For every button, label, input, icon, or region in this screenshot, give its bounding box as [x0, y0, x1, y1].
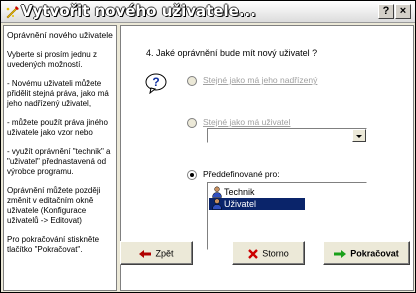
back-button[interactable]: Zpět [120, 241, 193, 265]
question-mark-icon: ? [145, 73, 167, 94]
list-item-uzivatel[interactable]: Uživatel [209, 198, 305, 210]
list-item-label: Technik [224, 187, 255, 197]
close-button[interactable]: × [395, 4, 411, 19]
radio-same-as-user[interactable] [187, 118, 197, 128]
cancel-button[interactable]: Storno [232, 241, 305, 265]
sidebar-text: Pro pokračování stiskněte tlačítko "Pokr… [7, 235, 100, 254]
user-select[interactable] [207, 128, 367, 143]
chevron-down-icon[interactable] [352, 129, 366, 142]
user-icon [212, 198, 222, 210]
wizard-window: Vytvořit nového uživatele... ? × Oprávně… [0, 0, 416, 293]
cancel-button-label: Storno [262, 248, 289, 259]
list-item-label: Uživatel [224, 199, 257, 209]
window-title: Vytvořit nového uživatele... [21, 2, 256, 20]
radio-label-same-as-user: Stejné jako má uživatel [203, 117, 291, 127]
radio-selected-dot [190, 173, 194, 177]
arrow-left-icon [139, 249, 152, 258]
list-item-technik[interactable]: Technik [209, 186, 305, 198]
sidebar-text: - Novému uživateli můžete přidělit stejn… [7, 79, 109, 108]
question-text: 4. Jaké oprávnění bude mít nový uživatel… [146, 48, 318, 58]
radio-same-as-supervisor[interactable] [187, 76, 197, 86]
help-sidebar: Oprávnění nového uživatele Vyberte si pr… [3, 25, 117, 291]
user-wizard-icon [6, 6, 19, 19]
radio-predefined[interactable] [187, 170, 197, 180]
sidebar-text: Vyberte si prosím jednu z uvedených možn… [7, 50, 97, 69]
predefined-role-list[interactable]: Technik Uživatel [207, 182, 367, 250]
arrow-right-icon [334, 249, 347, 258]
back-button-label: Zpět [155, 248, 174, 259]
sidebar-text: Oprávnění můžete později změnit v editač… [7, 186, 101, 225]
svg-text:?: ? [152, 75, 159, 89]
close-x-icon [248, 248, 259, 259]
help-button[interactable]: ? [378, 4, 394, 19]
user-icon [212, 186, 222, 198]
next-button-label: Pokračovat [350, 248, 399, 259]
next-button[interactable]: Pokračovat [323, 241, 410, 265]
sidebar-text: - využít oprávnění "technik" a "uživatel… [7, 147, 111, 176]
sidebar-heading: Oprávnění nového uživatele [7, 30, 113, 40]
radio-label-same-as-supervisor: Stejné jako má jeho nadřízený [203, 75, 318, 85]
title-bar: Vytvořit nového uživatele... ? × [1, 1, 415, 23]
radio-label-predefined: Předdefinované pro: [203, 169, 280, 179]
sidebar-text: - můžete použít práva jiného uživatele j… [7, 118, 108, 137]
